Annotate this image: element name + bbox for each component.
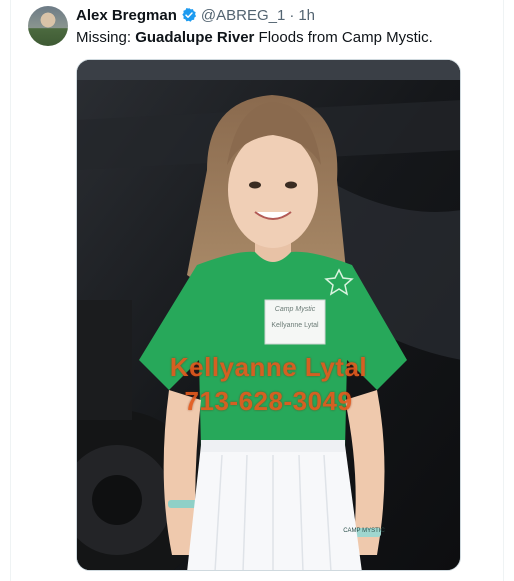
tweet-photo[interactable]: Camp Mystic Kellyanne Lytal CAMP MYSTIC … bbox=[76, 59, 461, 571]
overlay-name-text: Kellyanne Lytal bbox=[169, 352, 368, 382]
tweet-text-suffix: Floods from Camp Mystic. bbox=[254, 29, 433, 46]
post-time[interactable]: 1h bbox=[298, 7, 315, 24]
skirt-shape bbox=[187, 445, 362, 570]
verified-badge-icon bbox=[182, 7, 196, 22]
author-name[interactable]: Alex Bregman bbox=[76, 7, 177, 24]
separator-dot: · bbox=[289, 6, 295, 24]
face-shape bbox=[228, 132, 318, 248]
tweet-header: Alex Bregman @ABREG_1 · 1h bbox=[76, 6, 315, 24]
tweet-text: Missing: Guadalupe River Floods from Cam… bbox=[76, 29, 433, 46]
tweet-text-hashtag[interactable]: Guadalupe River bbox=[135, 29, 254, 46]
tweet-text-prefix: Missing: bbox=[76, 29, 136, 46]
author-avatar[interactable] bbox=[28, 6, 68, 46]
name-tag-script: Camp Mystic bbox=[274, 306, 316, 313]
author-handle[interactable]: @ABREG_1 bbox=[201, 7, 285, 24]
bracelet-text: CAMP MYSTIC bbox=[343, 528, 385, 534]
overlay-phone-text: 713-628-3049 bbox=[184, 386, 353, 416]
photo-illustration bbox=[77, 60, 460, 570]
name-tag-name: Kellyanne Lytal bbox=[271, 322, 319, 329]
